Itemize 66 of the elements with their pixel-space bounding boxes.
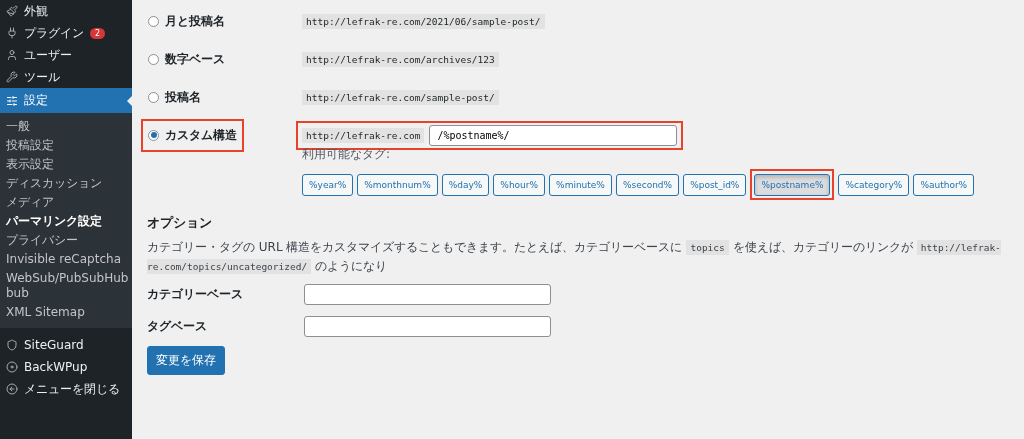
text-input[interactable] [304,283,551,305]
menu-item[interactable]: ツール [0,66,132,88]
submenu-item[interactable]: プライバシー [0,231,132,250]
url-prefix: http://lefrak-re.com [302,127,425,143]
submenu-item[interactable]: 投稿設定 [0,136,132,155]
tag-button[interactable]: %post_id% [683,173,747,196]
submenu-item[interactable]: パーマリンク設定 [0,212,132,231]
tag-button[interactable]: %author% [913,173,975,196]
menu-label: ユーザー [24,46,72,64]
menu-item[interactable]: BackWPup [0,356,132,378]
submenu-item[interactable]: 一般 [0,117,132,136]
settings-icon [6,94,18,107]
submenu-item[interactable]: Invisible reCaptcha [0,250,132,269]
menu-item[interactable]: メニューを閉じる [0,378,132,400]
tag-button[interactable]: %hour% [493,173,546,196]
menu-label: SiteGuard [24,338,84,352]
submenu-item[interactable]: ディスカッション [0,174,132,193]
field-label: タグベース [147,317,208,335]
user-icon [6,49,18,61]
radio-button[interactable] [148,91,159,103]
example-url: http://lefrak-re.com/sample-post/ [302,89,499,105]
radio-button[interactable] [148,53,159,65]
disc-icon [6,361,18,373]
submenu-item[interactable]: メディア [0,193,132,212]
tags-label: 利用可能なタグ: [302,146,391,163]
menu-item[interactable]: SiteGuard [0,334,132,356]
option-label: 投稿名 [165,88,201,106]
count-badge: 2 [90,27,106,39]
text-input[interactable] [304,315,551,337]
wrench-icon [6,71,18,83]
example-url: http://lefrak-re.com/archives/123 [302,51,499,67]
submenu-item[interactable]: XML Sitemap [0,303,132,322]
menu-item[interactable]: 設定 [0,88,132,113]
menu-label: ツール [24,68,60,86]
menu-item[interactable]: 外観 [0,0,132,22]
menu-label: メニューを閉じる [24,380,120,398]
field-label: カテゴリーベース [147,285,244,303]
tag-button[interactable]: %monthnum% [357,173,438,196]
plug-icon [6,27,18,39]
description-text: カテゴリー・タグの URL 構造をカスタマイズすることもできます。たとえば、カテゴリーベースに topics を使えば、カテゴリーのリンクが http://lefrak-re.com/topics/uncategorized/ のようになり [147,239,1002,276]
submenu-item[interactable]: 表示設定 [0,155,132,174]
tag-button[interactable]: %category% [838,173,910,196]
paintbrush-icon [6,5,18,17]
section-heading: オプション [147,214,213,232]
menu-item[interactable]: プラグイン 2 [0,22,132,44]
submenu-item[interactable]: WebSub/PubSubHub bub [0,269,132,303]
menu-item[interactable]: ユーザー [0,44,132,66]
option-label: 月と投稿名 [165,12,225,30]
tag-button[interactable]: %postname% [754,174,831,196]
save-button[interactable]: 変更を保存 [147,346,225,375]
radio-button[interactable] [148,15,159,27]
option-label: 数字ベース [165,50,225,68]
structure-input[interactable]: /%postname%/ [429,124,678,146]
tag-button[interactable]: %minute% [549,173,612,196]
radio-button[interactable] [148,129,159,141]
menu-label: 外観 [24,2,48,20]
option-label: カスタム構造 [165,126,237,144]
menu-label: 設定 [24,92,48,109]
tag-button[interactable]: %year% [302,173,354,196]
example-url: http://lefrak-re.com/2021/06/sample-post/ [302,13,545,29]
menu-label: プラグイン [24,24,84,42]
tag-button[interactable]: %day% [441,173,490,196]
menu-label: BackWPup [24,360,88,374]
collapse-icon [6,383,18,395]
shield-icon [6,339,18,351]
tag-button[interactable]: %second% [615,173,680,196]
